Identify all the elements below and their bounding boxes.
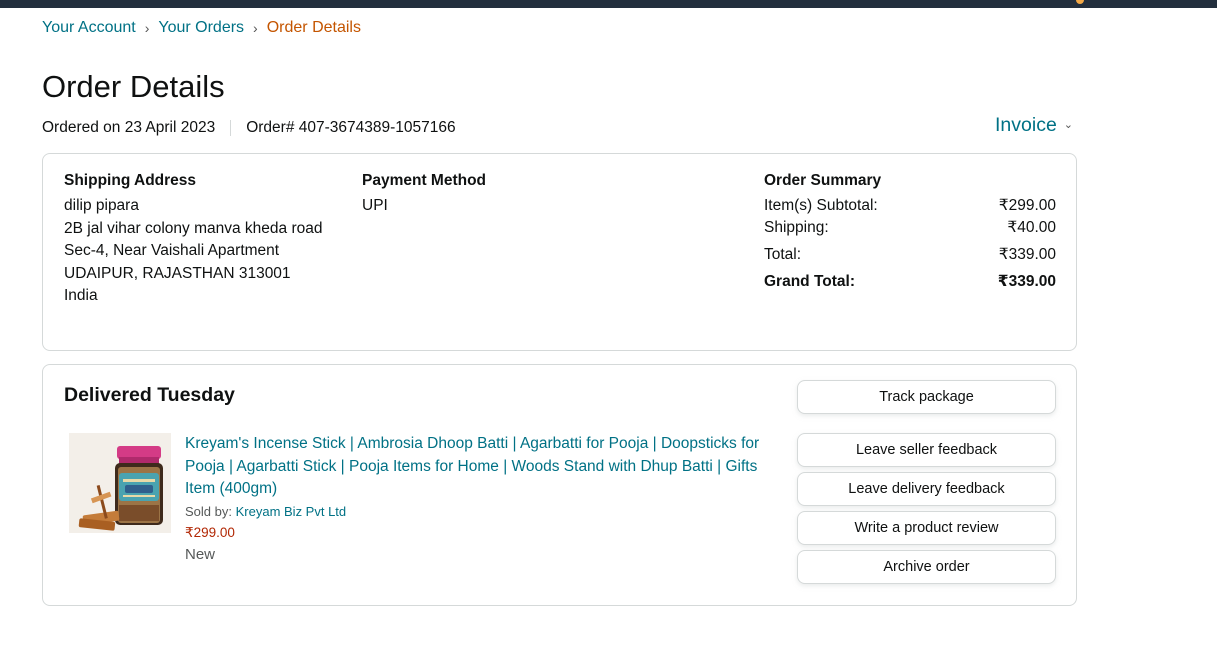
payment-method: Payment Method UPI bbox=[362, 170, 486, 218]
track-package-button[interactable]: Track package bbox=[797, 380, 1056, 414]
address-line: India bbox=[64, 287, 98, 304]
delivery-box: Delivered Tuesday Kreyam's Incense Stick… bbox=[42, 364, 1077, 606]
order-summary: Order Summary Item(s) Subtotal: ₹299.00 … bbox=[764, 170, 1056, 293]
breadcrumb: Your Account › Your Orders › Order Detai… bbox=[42, 18, 361, 38]
shipping-address: Shipping Address dilip pipara 2B jal vih… bbox=[64, 170, 322, 308]
payment-heading: Payment Method bbox=[362, 172, 487, 189]
order-date: Ordered on 23 April 2023 bbox=[42, 119, 216, 136]
order-summary-box: Shipping Address dilip pipara 2B jal vih… bbox=[42, 153, 1077, 351]
breadcrumb-current: Order Details bbox=[266, 19, 361, 36]
delivery-status: Delivered Tuesday bbox=[64, 384, 235, 406]
invoice-label: Invoice bbox=[995, 114, 1057, 136]
sold-by-label: Sold by: bbox=[185, 503, 232, 519]
summary-label: Grand Total: bbox=[764, 273, 855, 290]
shipping-heading: Shipping Address bbox=[64, 172, 197, 189]
summary-value: ₹339.00 bbox=[998, 246, 1056, 263]
product-price: ₹299.00 bbox=[185, 524, 235, 540]
page-title: Order Details bbox=[42, 69, 225, 104]
archive-order-button[interactable]: Archive order bbox=[797, 550, 1056, 584]
product-image[interactable] bbox=[69, 433, 171, 533]
leave-seller-feedback-button[interactable]: Leave seller feedback bbox=[797, 433, 1056, 467]
summary-row-total: Total: ₹339.00 bbox=[764, 244, 1056, 266]
summary-value: ₹299.00 bbox=[998, 197, 1056, 214]
summary-label: Item(s) Subtotal: bbox=[764, 197, 878, 214]
summary-row-shipping: Shipping: ₹40.00 bbox=[764, 217, 1056, 239]
write-review-button[interactable]: Write a product review bbox=[797, 511, 1056, 545]
order-meta: Ordered on 23 April 2023 Order# 407-3674… bbox=[42, 118, 456, 138]
summary-value: ₹339.00 bbox=[997, 273, 1056, 290]
breadcrumb-separator: › bbox=[144, 20, 150, 36]
sold-by: Sold by: Kreyam Biz Pvt Ltd bbox=[185, 502, 775, 522]
breadcrumb-your-orders[interactable]: Your Orders bbox=[158, 18, 244, 38]
summary-row-grand-total: Grand Total: ₹339.00 bbox=[764, 271, 1056, 293]
summary-heading: Order Summary bbox=[764, 172, 882, 189]
chevron-down-icon: ⌄ bbox=[1063, 119, 1074, 131]
top-navigation-bar bbox=[0, 0, 1217, 8]
breadcrumb-your-account[interactable]: Your Account bbox=[42, 18, 136, 38]
order-number: Order# 407-3674389-1057166 bbox=[246, 119, 456, 136]
breadcrumb-separator: › bbox=[253, 20, 258, 36]
payment-value: UPI bbox=[362, 197, 388, 214]
seller-link[interactable]: Kreyam Biz Pvt Ltd bbox=[236, 504, 347, 519]
summary-label: Shipping: bbox=[764, 219, 829, 236]
summary-value: ₹40.00 bbox=[1007, 219, 1056, 236]
product-condition: New bbox=[185, 545, 216, 563]
address-line: dilip pipara bbox=[64, 197, 139, 214]
address-line: Sec-4, Near Vaishali Apartment bbox=[64, 242, 280, 259]
address-line: 2B jal vihar colony manva kheda road bbox=[64, 219, 323, 237]
summary-label: Total: bbox=[764, 246, 802, 263]
address-line: UDAIPUR, RAJASTHAN 313001 bbox=[64, 264, 291, 282]
invoice-dropdown[interactable]: Invoice ⌄ bbox=[995, 113, 1073, 137]
meta-divider bbox=[230, 120, 232, 136]
summary-row-subtotal: Item(s) Subtotal: ₹299.00 bbox=[764, 195, 1056, 217]
product-title-link[interactable]: Kreyam's Incense Stick | Ambrosia Dhoop … bbox=[185, 433, 775, 501]
leave-delivery-feedback-button[interactable]: Leave delivery feedback bbox=[797, 472, 1056, 506]
product-info: Kreyam's Incense Stick | Ambrosia Dhoop … bbox=[185, 433, 775, 566]
nav-accent bbox=[1076, 0, 1084, 4]
